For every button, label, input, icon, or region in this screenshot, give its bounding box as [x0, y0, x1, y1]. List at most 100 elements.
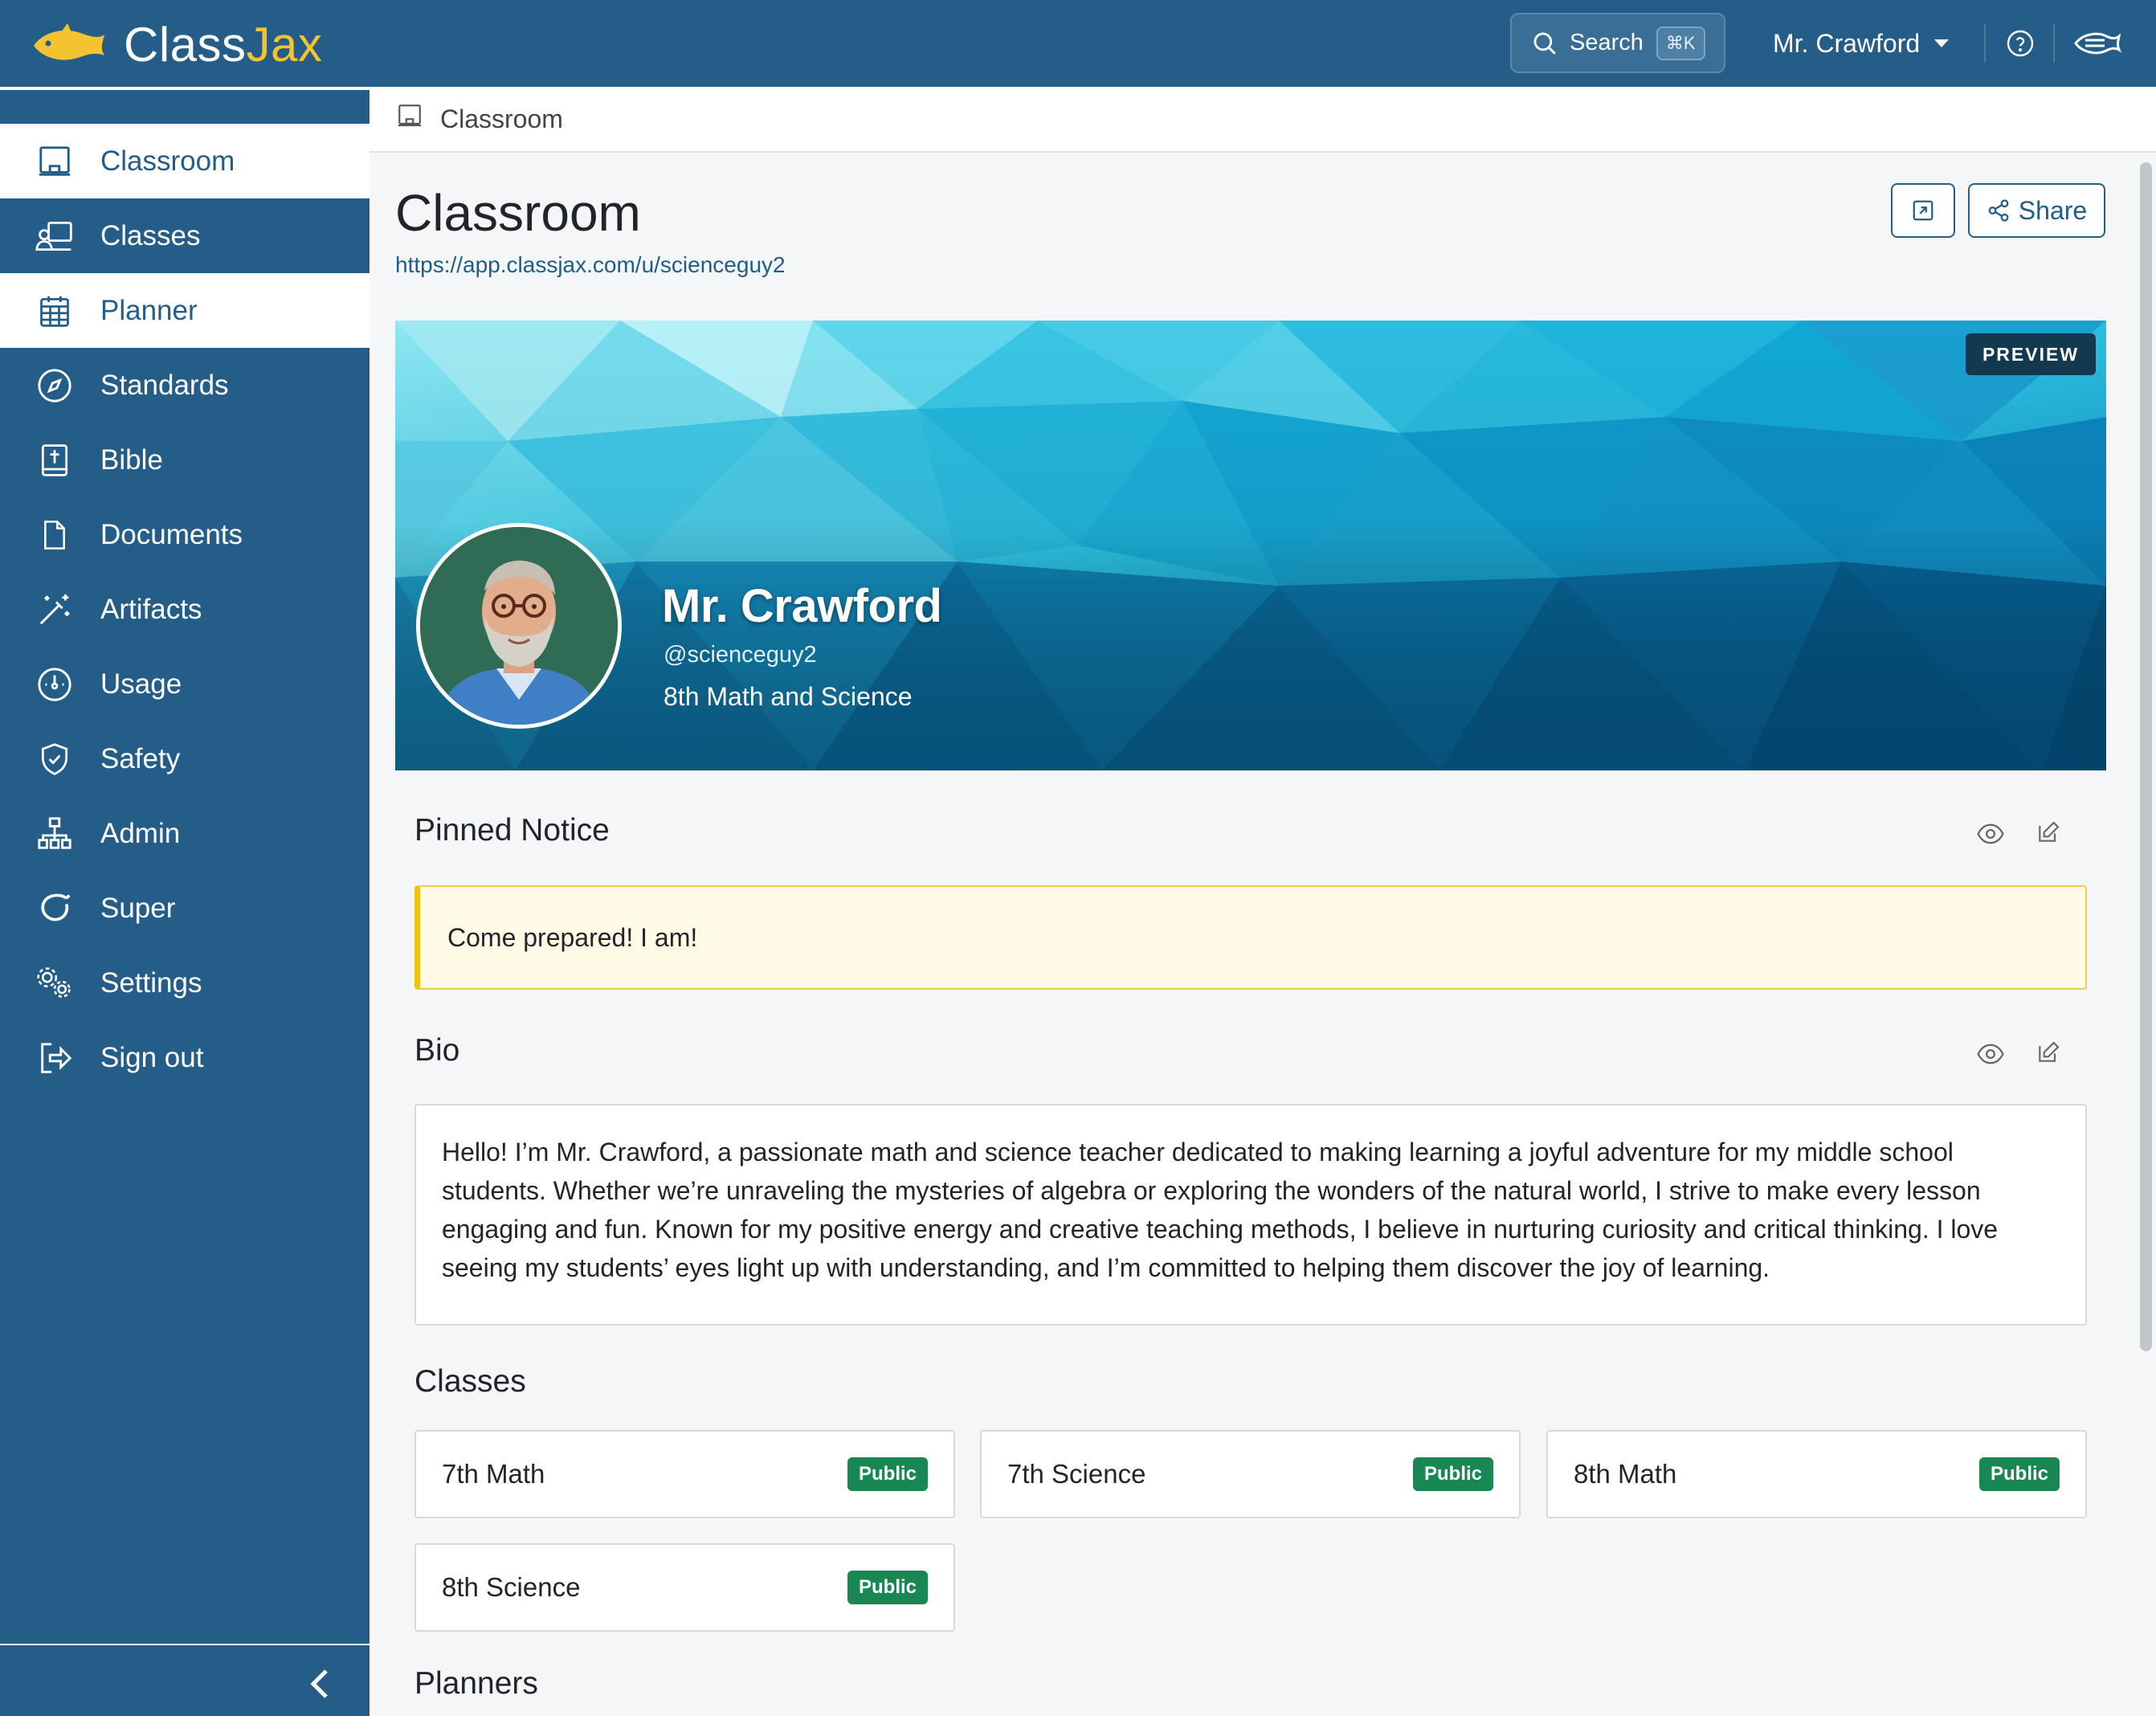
calendar-icon [35, 292, 74, 330]
class-name: 8th Science [442, 1572, 581, 1602]
profile-name: Mr. Crawford [662, 580, 942, 632]
sidebar-item-label: Settings [100, 966, 202, 999]
sidebar-item-label: Admin [100, 817, 181, 849]
edit-notice-button[interactable] [2032, 816, 2064, 848]
sidebar-item-settings[interactable]: Settings [0, 946, 370, 1020]
share-label: Share [2018, 195, 2088, 225]
edit-bio-button[interactable] [2032, 1036, 2064, 1068]
sidebar-item-super[interactable]: Super [0, 871, 370, 946]
toggle-visibility-button[interactable] [1974, 1038, 2007, 1070]
sidebar-item-planner[interactable]: Planner [0, 273, 370, 348]
chevron-left-icon [310, 1669, 328, 1698]
divider [1984, 24, 1986, 63]
hierarchy-icon [35, 815, 74, 853]
sidebar-item-label: Classes [100, 219, 201, 251]
sidebar-item-bible[interactable]: Bible [0, 423, 370, 497]
shield-icon [35, 740, 74, 778]
edit-icon [2039, 821, 2060, 842]
caret-down-icon [1934, 39, 1950, 47]
preview-badge: PREVIEW [1966, 333, 2096, 375]
open-external-button[interactable] [1891, 183, 1955, 238]
sidebar-item-safety[interactable]: Safety [0, 721, 370, 796]
help-icon[interactable] [2006, 29, 2035, 62]
sidebar-item-admin[interactable]: Admin [0, 796, 370, 871]
bio-text: Hello! I’m Mr. Crawford, a passionate ma… [442, 1138, 1999, 1282]
sidebar-item-classroom[interactable]: Classroom [0, 124, 370, 198]
edit-icon [2039, 1041, 2060, 1062]
sidebar-item-label: Standards [100, 369, 229, 401]
sidebar-item-label: Planner [100, 294, 198, 326]
avatar [416, 523, 622, 729]
pinned-notice-heading: Pinned Notice [414, 813, 610, 848]
main-content: Classroom https://app.classjax.com/u/sci… [370, 153, 2137, 1716]
search-label: Search [1570, 30, 1644, 55]
sidebar-item-label: Super [100, 892, 176, 924]
pinned-notice-box: Come prepared! I am! [414, 885, 2087, 990]
classjax-logo[interactable]: ClassJax [31, 16, 322, 72]
profile-banner: PREVIEW Mr. Crawford @scienceguy2 8th Ma… [395, 321, 2106, 770]
sidebar-item-sign-out[interactable]: Sign out [0, 1020, 370, 1095]
sidebar: Classroom Classes Planner Standards Bibl… [0, 87, 370, 1716]
sidebar-item-label: Sign out [100, 1041, 204, 1073]
teacher-portrait-image [420, 527, 618, 725]
classroom-icon [35, 142, 74, 181]
page-title: Classroom [395, 184, 641, 242]
sidebar-item-label: Usage [100, 668, 182, 700]
sidebar-item-classes[interactable]: Classes [0, 198, 370, 273]
logo-text-accent: Jax [246, 17, 323, 72]
sign-out-icon [35, 1039, 74, 1077]
class-card[interactable]: 7th Math Public [414, 1430, 955, 1518]
bio-box: Hello! I’m Mr. Crawford, a passionate ma… [414, 1104, 2087, 1326]
sidebar-item-label: Bible [100, 443, 163, 476]
sidebar-item-standards[interactable]: Standards [0, 348, 370, 423]
eye-icon [1977, 823, 2004, 844]
classroom-url-link[interactable]: https://app.classjax.com/u/scienceguy2 [395, 252, 786, 278]
eye-icon [1977, 1044, 2004, 1064]
classes-heading: Classes [414, 1364, 526, 1399]
class-name: 7th Math [442, 1459, 545, 1489]
search-button[interactable]: Search ⌘K [1510, 13, 1725, 73]
scrollbar-thumb[interactable] [2140, 162, 2152, 1351]
document-icon [35, 516, 74, 554]
sidebar-item-label: Artifacts [100, 593, 202, 625]
pinned-notice-text: Come prepared! I am! [447, 922, 698, 952]
user-menu-dropdown[interactable]: Mr. Crawford [1773, 24, 1950, 63]
public-badge: Public [847, 1571, 928, 1604]
sidebar-item-label: Safety [100, 742, 181, 774]
super-icon [35, 889, 74, 928]
classes-icon [35, 217, 74, 255]
sidebar-item-label: Documents [100, 518, 243, 550]
sidebar-nav: Classroom Classes Planner Standards Bibl… [0, 124, 370, 1095]
search-icon [1533, 32, 1556, 55]
search-shortcut-badge: ⌘K [1656, 26, 1705, 60]
magic-wand-icon [35, 590, 74, 629]
gears-icon [35, 964, 74, 1003]
sidebar-item-documents[interactable]: Documents [0, 497, 370, 572]
class-card[interactable]: 8th Math Public [1546, 1430, 2087, 1518]
profile-handle: @scienceguy2 [664, 642, 817, 668]
planners-heading: Planners [414, 1666, 538, 1701]
sidebar-item-artifacts[interactable]: Artifacts [0, 572, 370, 647]
compass-icon [35, 366, 74, 405]
breadcrumb: Classroom [370, 87, 2156, 153]
class-card[interactable]: 7th Science Public [980, 1430, 1521, 1518]
bible-icon [35, 441, 74, 480]
profile-subtitle: 8th Math and Science [664, 682, 913, 711]
collapse-sidebar-button[interactable] [304, 1665, 336, 1703]
divider [2053, 24, 2055, 63]
logo-wordmark: ClassJax [124, 17, 322, 72]
fish-menu-icon[interactable] [2072, 27, 2122, 63]
breadcrumb-item[interactable]: Classroom [440, 104, 563, 134]
public-badge: Public [847, 1457, 928, 1491]
classroom-icon [395, 102, 424, 136]
share-button[interactable]: Share [1968, 183, 2105, 238]
sidebar-item-usage[interactable]: Usage [0, 647, 370, 721]
toggle-visibility-button[interactable] [1974, 818, 2007, 850]
top-navbar: ClassJax Search ⌘K Mr. Crawford [0, 0, 2156, 87]
share-icon [1988, 199, 2009, 222]
user-name: Mr. Crawford [1773, 28, 1921, 58]
gauge-icon [35, 665, 74, 704]
class-name: 7th Science [1007, 1459, 1146, 1489]
bio-heading: Bio [414, 1033, 460, 1068]
class-card[interactable]: 8th Science Public [414, 1543, 955, 1632]
